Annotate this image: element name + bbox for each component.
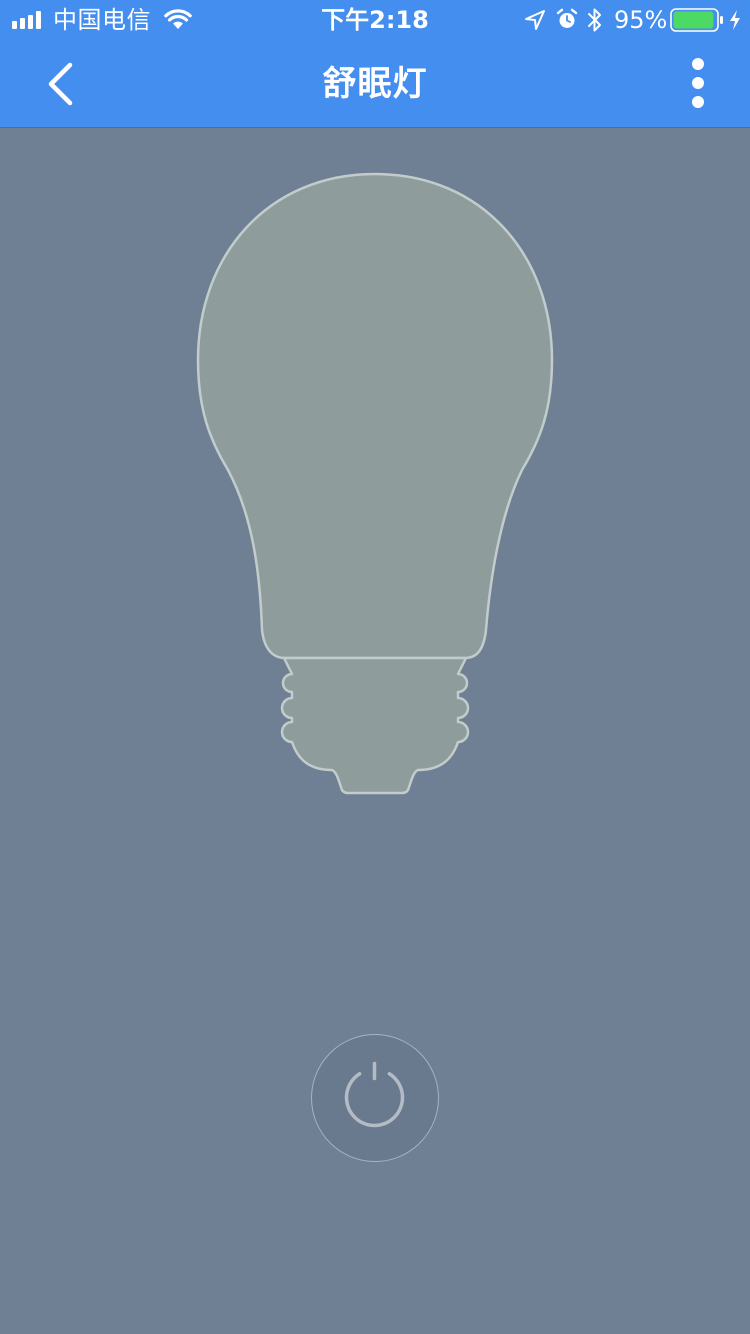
charging-icon [730,10,740,30]
navigation-bar: 舒眠灯 [0,40,750,128]
bluetooth-icon [588,8,601,32]
page-title: 舒眠灯 [322,64,428,104]
power-icon [344,1061,405,1128]
app-header: 中国电信 下午2:18 95% 舒眠灯 [0,0,750,128]
more-vertical-icon [692,58,704,108]
power-button[interactable] [311,1034,439,1162]
status-bar: 中国电信 下午2:18 95% [0,0,750,40]
battery-icon [670,8,723,32]
more-options-button[interactable] [676,54,720,114]
battery-percent: 95% [614,6,668,34]
alarm-icon [556,8,578,28]
location-icon [525,10,545,30]
light-bulb-icon [196,172,554,795]
